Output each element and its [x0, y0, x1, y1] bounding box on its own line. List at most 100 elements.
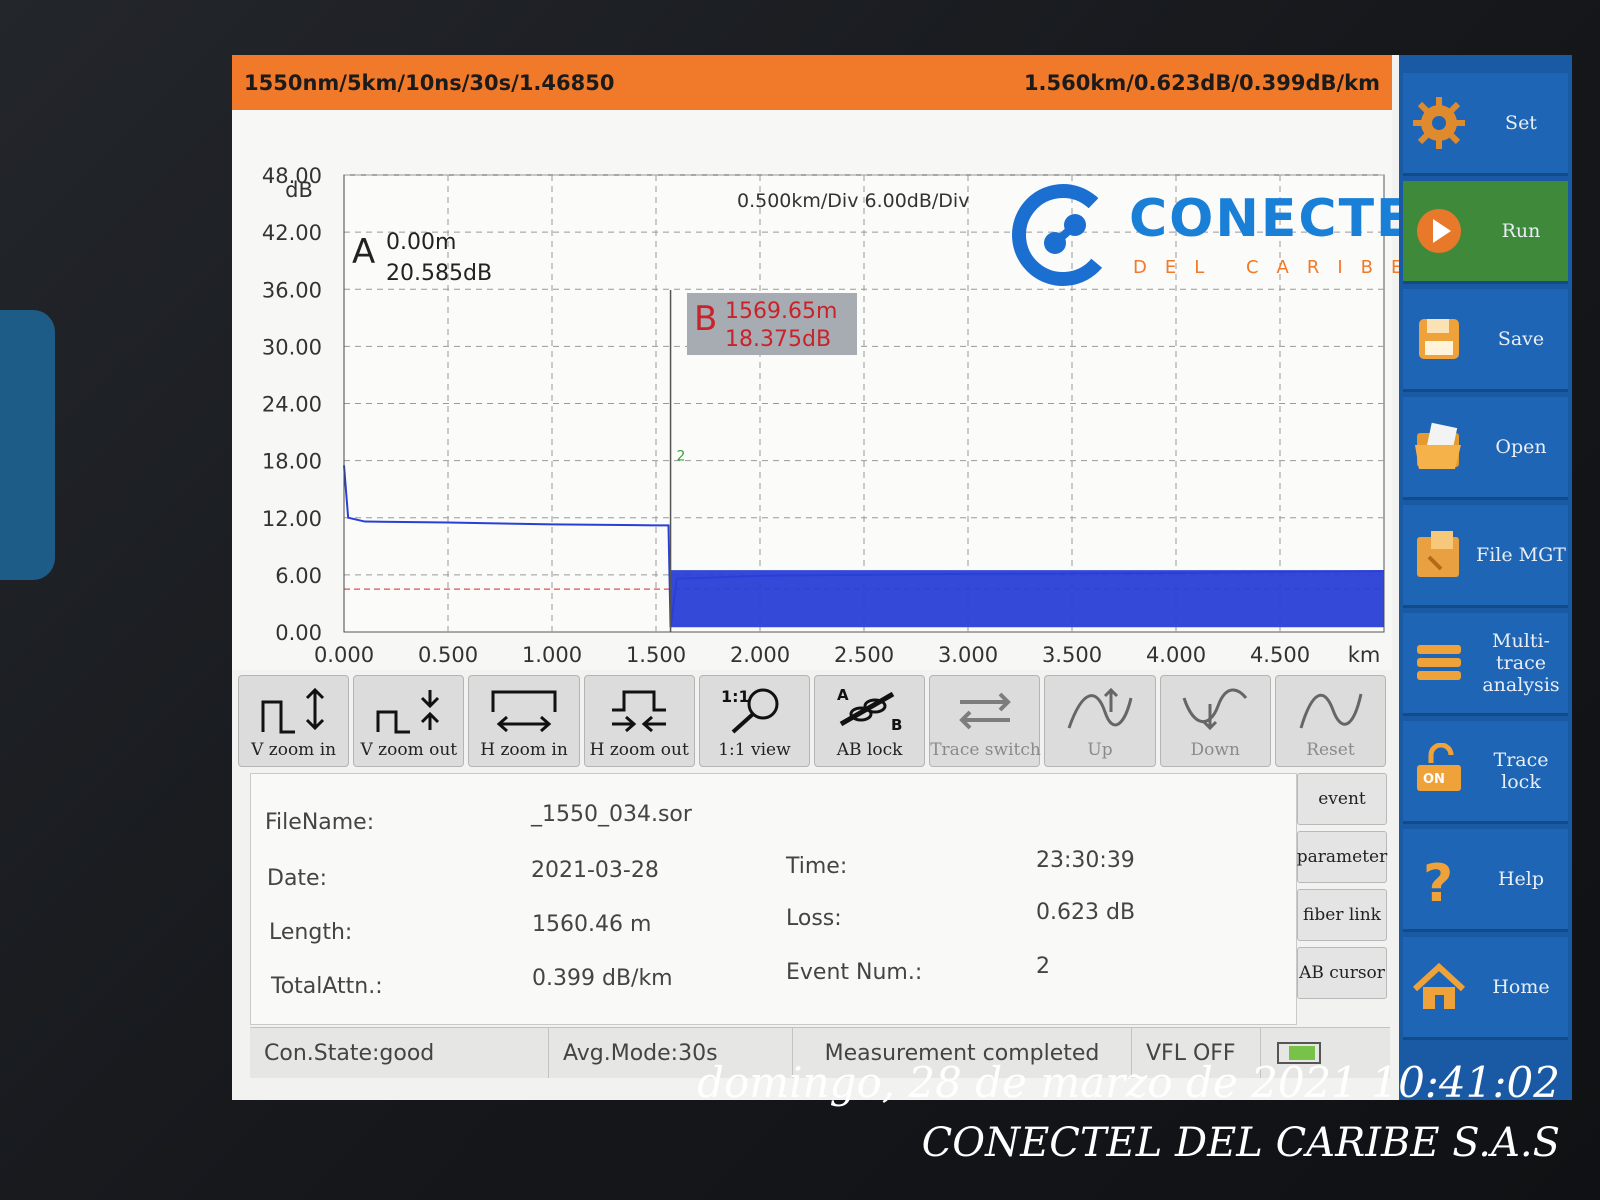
length-label: Length:: [269, 920, 353, 945]
sidebar-button-label: File MGT: [1476, 544, 1566, 566]
sidebar-file-mgt-button[interactable]: File MGT: [1403, 505, 1568, 608]
test-parameters: 1550nm/5km/10ns/30s/1.46850: [244, 70, 615, 95]
trace-plot[interactable]: 0.000 0.500 1.000 1.500 2.000 2.500 3.000 3.500…: [232, 110, 1447, 670]
sidebar-button-label: Set: [1505, 112, 1537, 134]
toolbar-trace-switch-button[interactable]: Trace switch: [929, 675, 1041, 767]
toolbar-down-button[interactable]: Down: [1159, 675, 1271, 767]
toolbar-button-label: H zoom out: [589, 740, 689, 760]
sidebar-button-label: Save: [1497, 328, 1545, 350]
toolbar-h-zoom-out-button[interactable]: H zoom out: [583, 675, 695, 767]
sidebar-button-label: Run: [1501, 220, 1541, 242]
sidebar-open-button[interactable]: Open: [1403, 397, 1568, 500]
info-tab-event[interactable]: event: [1297, 773, 1387, 825]
sidebar-set-button[interactable]: Set: [1403, 73, 1568, 176]
sidebar-button-label: Help: [1497, 868, 1545, 890]
info-tab-ab-cursor[interactable]: AB cursor: [1297, 947, 1387, 999]
sidebar-home-button[interactable]: Home: [1403, 937, 1568, 1040]
magnifier-icon: 1:1: [721, 687, 779, 734]
otdr-screen: 1550nm/5km/10ns/30s/1.46850 1.560km/0.62…: [232, 55, 1572, 1100]
save-icon: [1419, 319, 1459, 359]
x-tick-label: 4.000: [1146, 643, 1206, 667]
info-tab-parameter[interactable]: parameter: [1297, 831, 1387, 883]
toolbar-button-label: 1:1 view: [718, 740, 791, 760]
x-tick-label: 3.500: [1042, 643, 1102, 667]
toolbar-h-zoom-in-button[interactable]: H zoom in: [468, 675, 580, 767]
folder-open-icon: [1415, 422, 1461, 469]
gear-icon: [1413, 97, 1465, 149]
toolbar-up-button[interactable]: Up: [1044, 675, 1156, 767]
toolbar-v-zoom-in-button[interactable]: V zoom in: [238, 675, 350, 767]
connection-status: Con.State:good: [250, 1028, 549, 1078]
toolbar-button-label: Up: [1087, 740, 1113, 760]
svg-text:A: A: [837, 686, 849, 704]
device-side-clip: [0, 310, 55, 580]
toolbar-button-label: Down: [1190, 740, 1240, 760]
time-label: Time:: [786, 854, 848, 879]
lock-toggle-icon: ON: [1417, 743, 1461, 791]
trace-toolbar: V zoom in V zoom out H zoom in H zoom out 1:…: [232, 675, 1392, 767]
sidebar-run-button[interactable]: Run: [1403, 181, 1568, 284]
v-zoom-in-icon: [261, 687, 324, 734]
cursor-b-level: 18.375dB: [725, 327, 832, 352]
loss-label: Loss:: [786, 906, 842, 931]
svg-text:1:1: 1:1: [721, 687, 750, 706]
info-panel: FileName: _1550_034.sor Date: 2021-03-28…: [250, 773, 1297, 1025]
sidebar-save-button[interactable]: Save: [1403, 289, 1568, 392]
cursor-a-distance: 0.00m: [386, 230, 457, 255]
y-tick-label: 30.00: [262, 335, 322, 359]
x-axis-unit: km: [1348, 643, 1381, 667]
x-tick-label: 4.500: [1250, 643, 1310, 667]
wave-down-icon: [1182, 688, 1248, 731]
h-zoom-out-icon: [612, 690, 667, 733]
y-tick-label: 24.00: [262, 393, 322, 417]
events-label: Event Num.:: [786, 960, 923, 985]
logo-mark-icon: [1012, 184, 1114, 286]
toolbar-button-label: AB lock: [836, 740, 903, 760]
watermark-company: CONECTEL DEL CARIBE S.A.S: [921, 1120, 1560, 1166]
sidebar-multi-trace-analysis-button[interactable]: Multi-trace analysis: [1403, 613, 1568, 716]
events-value: 2: [1036, 954, 1050, 979]
y-tick-label: 6.00: [275, 564, 322, 588]
sidebar-button-label: Home: [1492, 976, 1550, 998]
cursor-b-readout[interactable]: B 1569.65m 18.375dB: [687, 293, 857, 355]
toolbar-v-zoom-out-button[interactable]: V zoom out: [353, 675, 465, 767]
h-zoom-in-icon: [491, 690, 557, 733]
toolbar-button-label: Trace switch: [930, 740, 1041, 760]
y-tick-label: 12.00: [262, 507, 322, 531]
svg-text:B: B: [891, 716, 902, 734]
info-tab-fiber-link[interactable]: fiber link: [1297, 889, 1387, 941]
toolbar-ab-lock-button[interactable]: A B AB lock: [814, 675, 926, 767]
wave-icon: [1299, 693, 1363, 729]
measurement-summary: 1.560km/0.623dB/0.399dB/km: [1023, 70, 1380, 95]
filename-label: FileName:: [265, 810, 375, 835]
sidebar-button-label: Trace lock: [1493, 749, 1549, 793]
cursor-b-letter: B: [694, 299, 718, 339]
attn-label: TotalAttn.:: [271, 974, 383, 999]
svg-text:ON: ON: [1423, 772, 1445, 787]
y-tick-label: 42.00: [262, 221, 322, 245]
cursor-a-level: 20.585dB: [386, 261, 493, 286]
cursor-a-letter: A: [352, 232, 376, 272]
sidebar-help-button[interactable]: ? Help: [1403, 829, 1568, 932]
toolbar-button-label: V zoom out: [360, 740, 458, 760]
x-tick-label: 2.000: [730, 643, 790, 667]
loss-value: 0.623 dB: [1036, 900, 1136, 925]
toolbar-reset-button[interactable]: Reset: [1274, 675, 1387, 767]
v-zoom-out-icon: [376, 690, 439, 734]
sidebar-button-label: Open: [1495, 436, 1547, 458]
home-icon: [1412, 962, 1466, 1009]
y-axis-unit: dB: [285, 178, 313, 202]
ab-lock-icon: AB: [837, 686, 902, 734]
toolbar-1-1-view-button[interactable]: 1:1 1:1 view: [698, 675, 811, 767]
x-tick-label: 1.000: [522, 643, 582, 667]
sidebar-trace-lock-button[interactable]: ON Trace lock: [1403, 721, 1568, 824]
time-value: 23:30:39: [1036, 848, 1135, 873]
logo-sub-text: DEL CARIBE: [1133, 257, 1421, 278]
x-tick-label: 0.000: [314, 643, 374, 667]
svg-text:?: ?: [1423, 854, 1453, 907]
y-tick-label: 36.00: [262, 278, 322, 302]
x-tick-label: 1.500: [626, 643, 686, 667]
toolbar-button-label: Reset: [1306, 740, 1355, 760]
play-icon: [1417, 209, 1461, 253]
wave-up-icon: [1067, 687, 1133, 729]
